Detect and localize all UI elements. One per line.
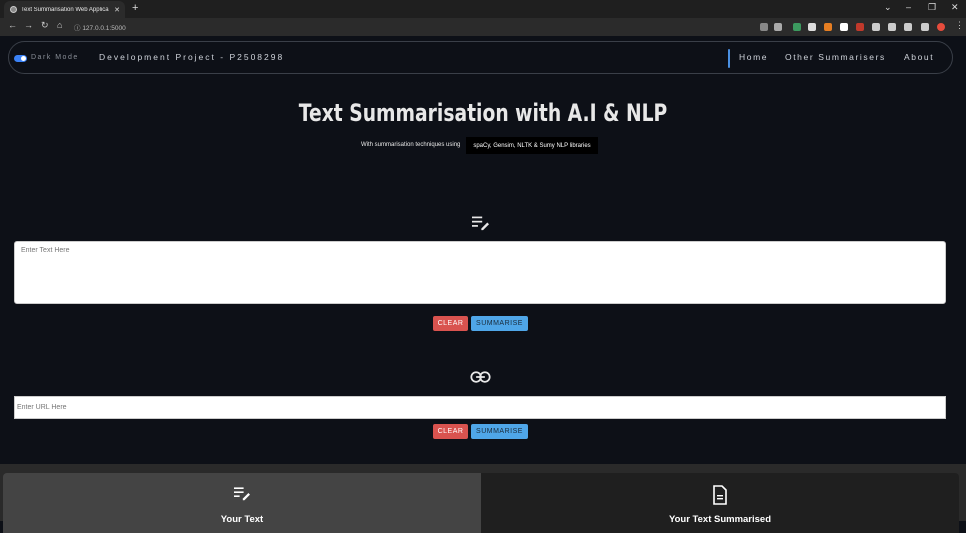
clear-text-button[interactable]: CLEAR [433,316,468,331]
bookmark-star-icon[interactable] [774,23,782,31]
side-panel-icon[interactable] [921,23,929,31]
menu-icon[interactable]: ⋮ [955,20,964,31]
extension-icon[interactable] [856,23,864,31]
extension-icon[interactable] [793,23,801,31]
document-icon [713,485,727,505]
profile-avatar[interactable] [937,23,945,31]
reload-icon[interactable]: ↻ [41,20,49,31]
navbar: Dark Mode Development Project - P2508298… [8,41,953,74]
minimize-icon[interactable]: – [906,2,911,12]
edit-note-icon [472,216,489,231]
favicon-icon [10,6,17,13]
window-close-icon[interactable]: ✕ [951,2,959,13]
nav-divider [728,49,730,68]
link-icon [470,371,491,383]
browser-toolbar: ← → ↻ ⌂ ⓘ 127.0.0.1:5000 ⋮ [0,18,966,36]
brand[interactable]: Development Project - P2508298 [99,52,284,62]
url-input[interactable] [14,396,946,419]
reading-list-icon[interactable] [904,23,912,31]
forward-icon[interactable]: → [24,20,33,30]
dark-mode-label: Dark Mode [31,54,79,61]
nav-link-other-summarisers[interactable]: Other Summarisers [785,52,886,62]
page: Dark Mode Development Project - P2508298… [0,36,966,533]
home-icon[interactable]: ⌂ [57,20,62,30]
subtitle: With summarisation techniques using [361,142,461,148]
your-text-panel[interactable]: Your Text [3,473,481,533]
nav-link-about[interactable]: About [904,52,934,62]
browser-tab[interactable]: Text Summarisation Web Applica ✕ [4,1,125,18]
browser-tab-strip: Text Summarisation Web Applica ✕ + ⌄ – ❐… [0,0,966,18]
libraries-badge: spaCy, Gensim, NLTK & Sumy NLP libraries [466,137,598,154]
your-text-summarised-label: Your Text Summarised [668,514,772,525]
summarise-text-button[interactable]: SUMMARISE [471,316,528,331]
address-bar[interactable]: ⓘ 127.0.0.1:5000 [74,22,126,32]
results-section: Your Text Your Text Summarised [0,464,966,533]
clear-url-button[interactable]: CLEAR [433,424,468,439]
tab-title: Text Summarisation Web Applica [21,6,109,13]
extension-icon[interactable] [808,23,816,31]
extension-icon[interactable] [824,23,832,31]
page-title: Text Summarisation with A.I & NLP [298,99,668,127]
dark-mode-toggle[interactable] [14,55,27,62]
summarise-url-button[interactable]: SUMMARISE [471,424,528,439]
extension-icon[interactable] [872,23,880,31]
puzzle-icon[interactable] [888,23,896,31]
edit-note-icon [234,487,250,501]
your-text-summarised-panel[interactable]: Your Text Summarised [481,473,959,533]
back-icon[interactable]: ← [8,20,17,30]
your-text-label: Your Text [220,514,264,525]
restore-icon[interactable]: ❐ [928,2,936,13]
text-input[interactable] [14,241,946,304]
url-text: 127.0.0.1:5000 [82,25,126,32]
tab-search-icon[interactable]: ⌄ [884,2,892,13]
nav-link-home[interactable]: Home [739,52,768,62]
extension-icon[interactable] [840,23,848,31]
share-icon[interactable] [760,23,768,31]
close-tab-icon[interactable]: ✕ [114,6,125,14]
new-tab-button[interactable]: + [132,2,138,14]
